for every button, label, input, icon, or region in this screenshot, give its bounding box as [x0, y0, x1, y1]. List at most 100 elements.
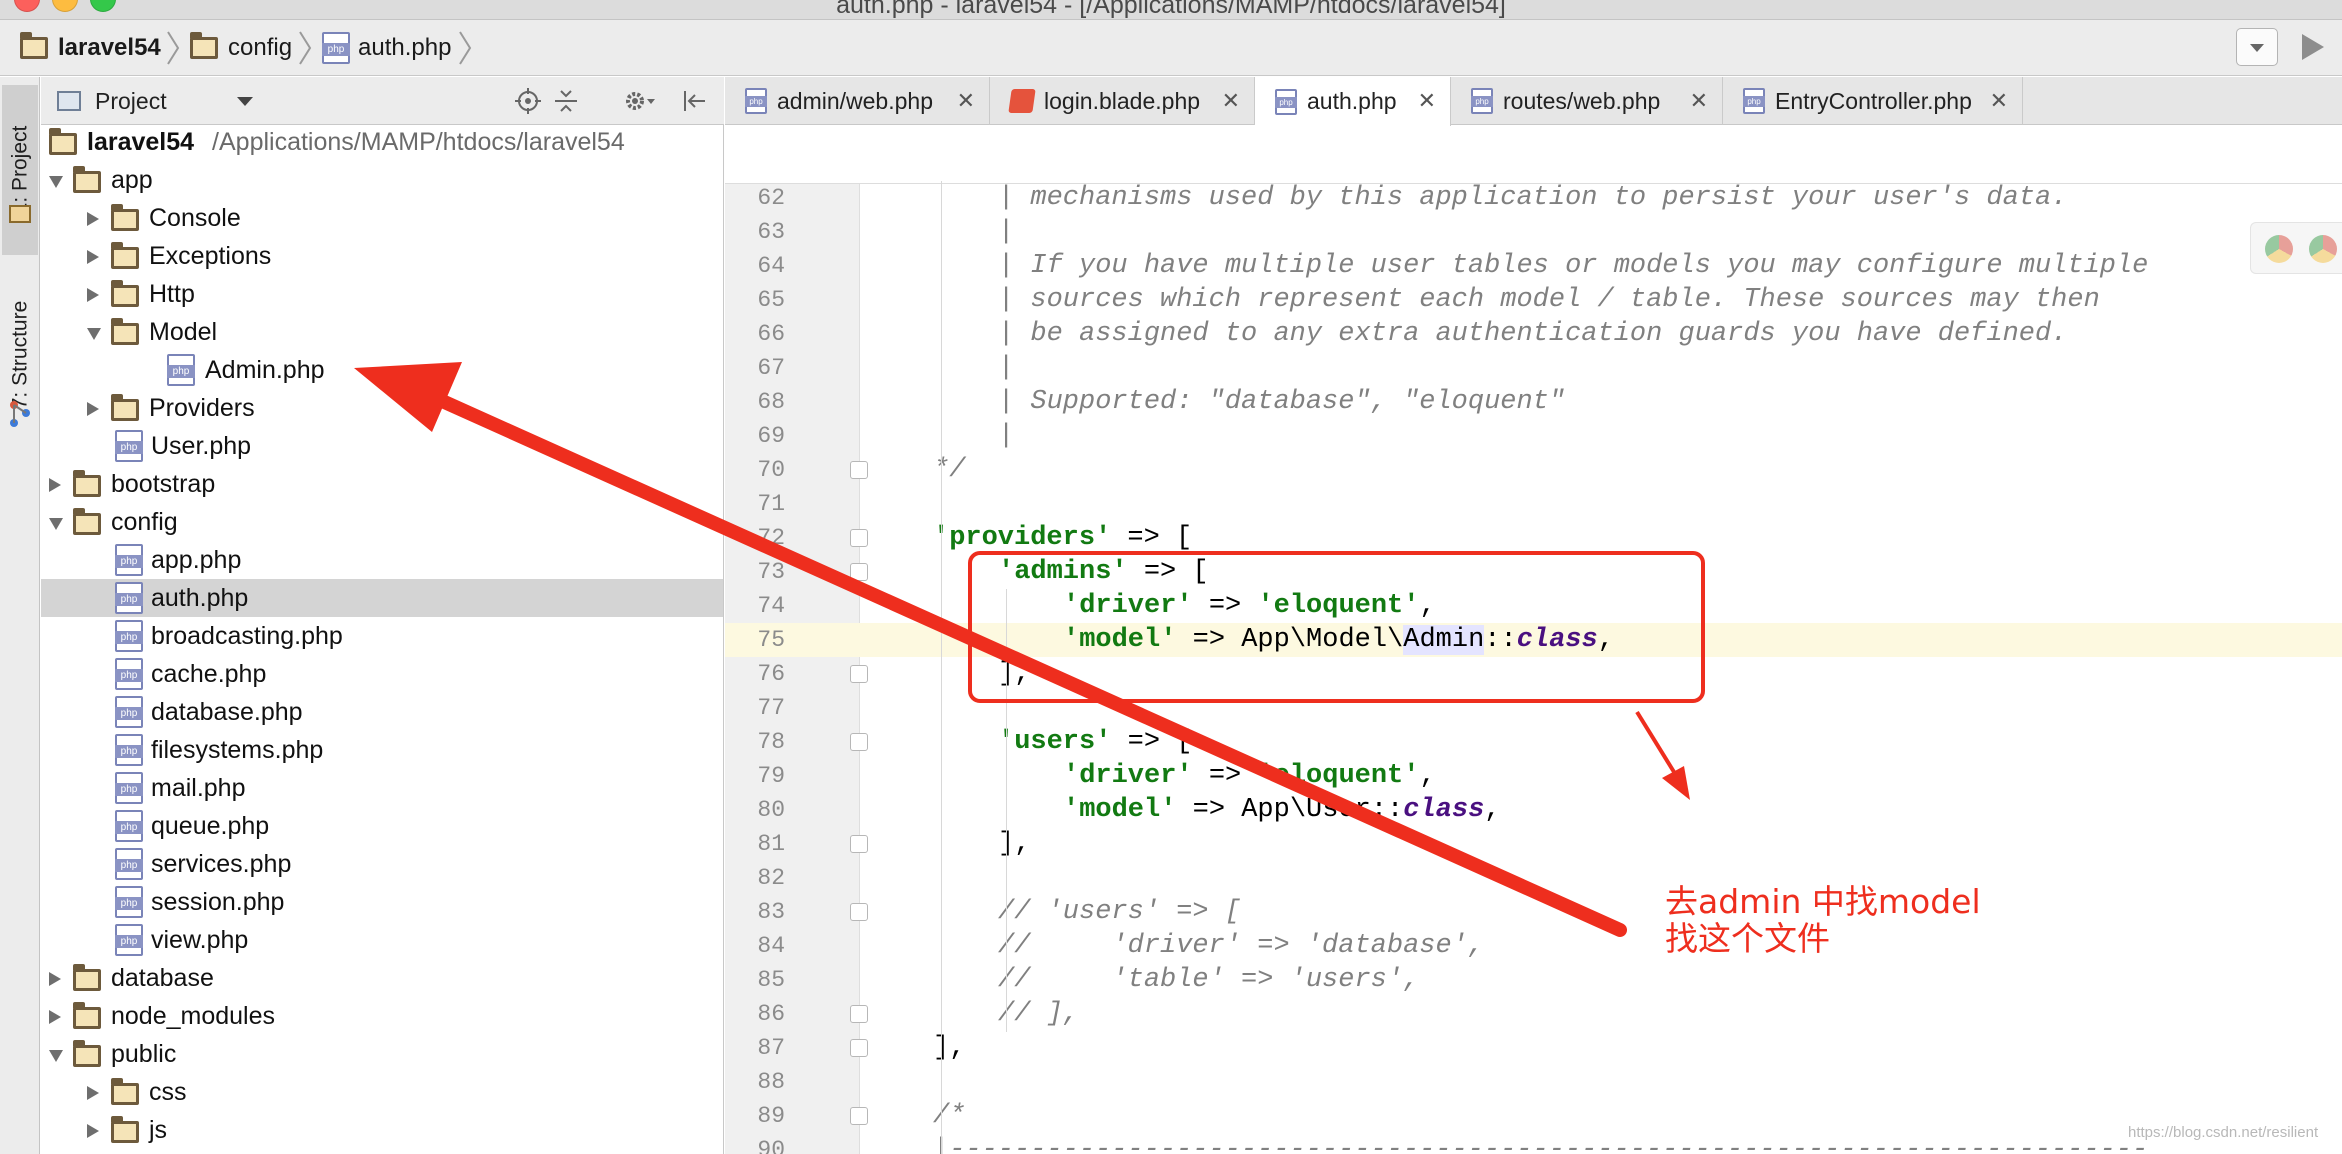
fold-marker-icon[interactable] [850, 903, 868, 921]
tree-folder-public[interactable]: public [41, 1035, 723, 1073]
tree-file-view-php[interactable]: view.php [41, 921, 723, 959]
code-line[interactable]: 'driver' => 'eloquent', [861, 589, 2342, 623]
collapse-all-icon[interactable] [549, 77, 583, 125]
hide-panel-icon[interactable] [677, 77, 711, 125]
code-line[interactable]: 'model' => App\Model\Admin::class, [725, 623, 2342, 657]
fold-marker-icon[interactable] [850, 461, 868, 479]
expand-arrow-closed-icon[interactable] [87, 402, 99, 416]
code-line[interactable]: |---------------------------------------… [861, 1133, 2342, 1154]
fold-marker-icon[interactable] [850, 1005, 868, 1023]
code-line[interactable] [861, 691, 2342, 725]
code-line[interactable]: | be assigned to any extra authenticatio… [861, 317, 2342, 351]
expand-arrow-open-icon[interactable] [87, 328, 101, 340]
fold-marker-icon[interactable] [850, 665, 868, 683]
code-line[interactable]: | Supported: "database", "eloquent" [861, 385, 2342, 419]
tree-folder-config[interactable]: config [41, 503, 723, 541]
caret-down-icon[interactable] [237, 97, 253, 106]
locate-file-icon[interactable] [511, 77, 545, 125]
code-line[interactable] [861, 1065, 2342, 1099]
close-icon[interactable]: ✕ [1690, 88, 1708, 114]
code-line[interactable]: 'model' => App\User::class, [861, 793, 2342, 827]
tree-folder-http[interactable]: Http [41, 275, 723, 313]
code-line[interactable]: 'providers' => [ [861, 521, 2342, 555]
code-line[interactable]: | [861, 419, 2342, 453]
code-line[interactable]: // 'driver' => 'database', [861, 929, 2342, 963]
tree-folder-console[interactable]: Console [41, 199, 723, 237]
code-line[interactable]: ], [861, 1031, 2342, 1065]
code-line[interactable]: | [861, 351, 2342, 385]
tree-folder-bootstrap[interactable]: bootstrap [41, 465, 723, 503]
expand-arrow-open-icon[interactable] [49, 1050, 63, 1062]
editor-tab-routes-web[interactable]: routes/web.php ✕ [1451, 77, 1723, 125]
code-line[interactable]: 'users' => [ [861, 725, 2342, 759]
tree-file-queue-php[interactable]: queue.php [41, 807, 723, 845]
code-line[interactable]: */ [861, 453, 2342, 487]
breadcrumb-item-file[interactable]: auth.php [322, 20, 451, 76]
tree-file-database-php[interactable]: database.php [41, 693, 723, 731]
code-line[interactable]: /* [861, 1099, 2342, 1133]
chrome-icon[interactable] [2265, 235, 2293, 263]
editor-tab-auth[interactable]: auth.php ✕ [1255, 77, 1451, 126]
tree-file-cache-php[interactable]: cache.php [41, 655, 723, 693]
expand-arrow-closed-icon[interactable] [49, 1010, 61, 1024]
fold-marker-icon[interactable] [850, 563, 868, 581]
breadcrumb-item-project[interactable]: laravel54 [20, 20, 161, 76]
tree-file-admin-php[interactable]: Admin.php [41, 351, 723, 389]
gear-icon[interactable] [623, 77, 657, 125]
code-line[interactable] [861, 861, 2342, 895]
tree-folder-providers[interactable]: Providers [41, 389, 723, 427]
tree-folder-model[interactable]: Model [41, 313, 723, 351]
expand-arrow-closed-icon[interactable] [87, 250, 99, 264]
tree-folder-app[interactable]: app [41, 161, 723, 199]
expand-arrow-closed-icon[interactable] [49, 972, 61, 986]
tree-folder-css[interactable]: css [41, 1073, 723, 1111]
tree-folder-database[interactable]: database [41, 959, 723, 997]
code-line[interactable]: | sources which represent each model / t… [861, 283, 2342, 317]
close-icon[interactable]: ✕ [1418, 88, 1436, 114]
fold-marker-icon[interactable] [850, 835, 868, 853]
close-icon[interactable]: ✕ [957, 88, 975, 114]
tree-folder-exceptions[interactable]: Exceptions [41, 237, 723, 275]
code-line[interactable]: ], [861, 657, 2342, 691]
expand-arrow-closed-icon[interactable] [87, 288, 99, 302]
tree-file-user-php[interactable]: User.php [41, 427, 723, 465]
tree-file-filesystems-php[interactable]: filesystems.php [41, 731, 723, 769]
code-line[interactable]: // 'table' => 'users', [861, 963, 2342, 997]
code-line[interactable]: | If you have multiple user tables or mo… [861, 249, 2342, 283]
code-line[interactable]: // 'users' => [ [861, 895, 2342, 929]
code-line[interactable]: ], [861, 827, 2342, 861]
expand-arrow-closed-icon[interactable] [87, 1124, 99, 1138]
expand-arrow-closed-icon[interactable] [49, 478, 61, 492]
tree-file-mail-php[interactable]: mail.php [41, 769, 723, 807]
run-icon[interactable] [2296, 30, 2328, 64]
editor-tab-admin-web[interactable]: admin/web.php ✕ [725, 77, 990, 125]
code-line[interactable]: | [861, 215, 2342, 249]
code-line[interactable]: | mechanisms used by this application to… [861, 181, 2342, 215]
expand-arrow-closed-icon[interactable] [87, 212, 99, 226]
editor-tab-login-blade[interactable]: login.blade.php ✕ [990, 77, 1255, 125]
editor-tab-entry-controller[interactable]: EntryController.php ✕ [1723, 77, 2023, 125]
fold-marker-icon[interactable] [850, 1039, 868, 1057]
expand-arrow-open-icon[interactable] [49, 518, 63, 530]
close-icon[interactable]: ✕ [1990, 88, 2008, 114]
fold-marker-icon[interactable] [850, 733, 868, 751]
tree-file-services-php[interactable]: services.php [41, 845, 723, 883]
breadcrumb-item-config[interactable]: config [190, 20, 292, 76]
expand-arrow-closed-icon[interactable] [87, 1086, 99, 1100]
tree-file-session-php[interactable]: session.php [41, 883, 723, 921]
code-line[interactable]: 'driver' => 'eloquent', [861, 759, 2342, 793]
tree-folder-js[interactable]: js [41, 1111, 723, 1149]
tree-file-app-php[interactable]: app.php [41, 541, 723, 579]
code-line[interactable] [861, 487, 2342, 521]
tab-project-tool-window[interactable]: 1: Project [2, 85, 38, 255]
run-config-dropdown[interactable] [2236, 28, 2278, 66]
tree-file-auth-php[interactable]: auth.php [41, 579, 723, 617]
code-line[interactable]: // ], [861, 997, 2342, 1031]
fold-marker-icon[interactable] [850, 1107, 868, 1125]
code-line[interactable]: 'admins' => [ [861, 555, 2342, 589]
close-icon[interactable]: ✕ [1222, 88, 1240, 114]
tree-file-broadcasting-php[interactable]: broadcasting.php [41, 617, 723, 655]
project-view-selector[interactable]: Project [57, 77, 167, 125]
chrome-icon[interactable] [2309, 235, 2337, 263]
fold-marker-icon[interactable] [850, 529, 868, 547]
